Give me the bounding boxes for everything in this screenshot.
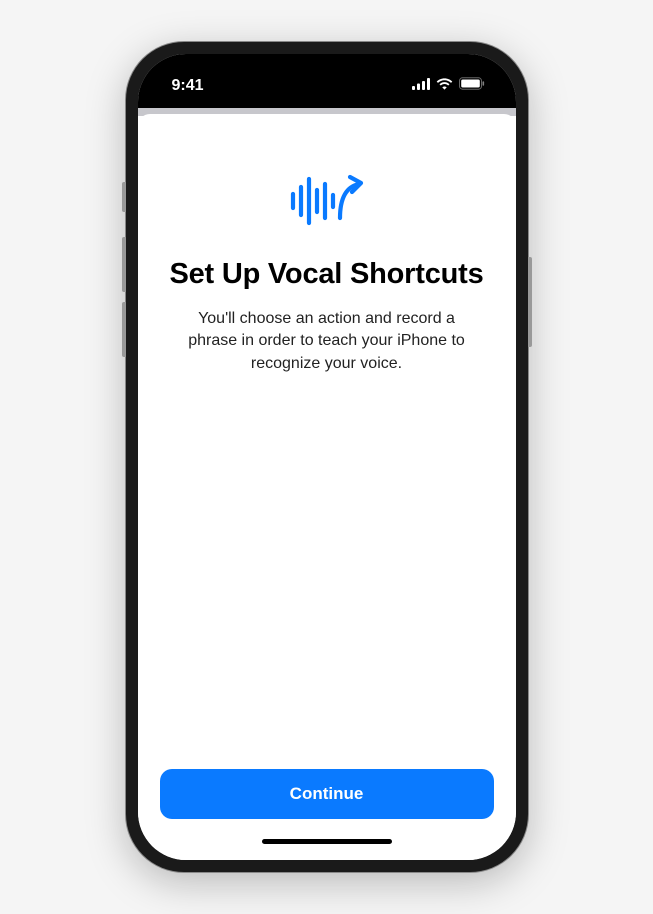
continue-button[interactable]: Continue [160, 769, 494, 819]
volume-down-button [122, 302, 126, 357]
volume-up-button [122, 237, 126, 292]
status-indicators [412, 77, 486, 95]
status-time: 9:41 [172, 77, 204, 95]
screen: 9:41 [138, 54, 516, 860]
wifi-icon [436, 77, 453, 95]
setup-sheet: Set Up Vocal Shortcuts You'll choose an … [138, 114, 516, 860]
battery-icon [459, 77, 486, 95]
vocal-shortcuts-icon [289, 174, 365, 233]
power-button [528, 257, 532, 347]
silence-switch [122, 182, 126, 212]
page-title: Set Up Vocal Shortcuts [169, 257, 483, 292]
iphone-frame: 9:41 [126, 42, 528, 872]
dynamic-island [272, 68, 382, 100]
cellular-icon [412, 77, 430, 95]
page-description: You'll choose an action and record a phr… [172, 308, 482, 375]
home-indicator[interactable] [262, 839, 392, 844]
